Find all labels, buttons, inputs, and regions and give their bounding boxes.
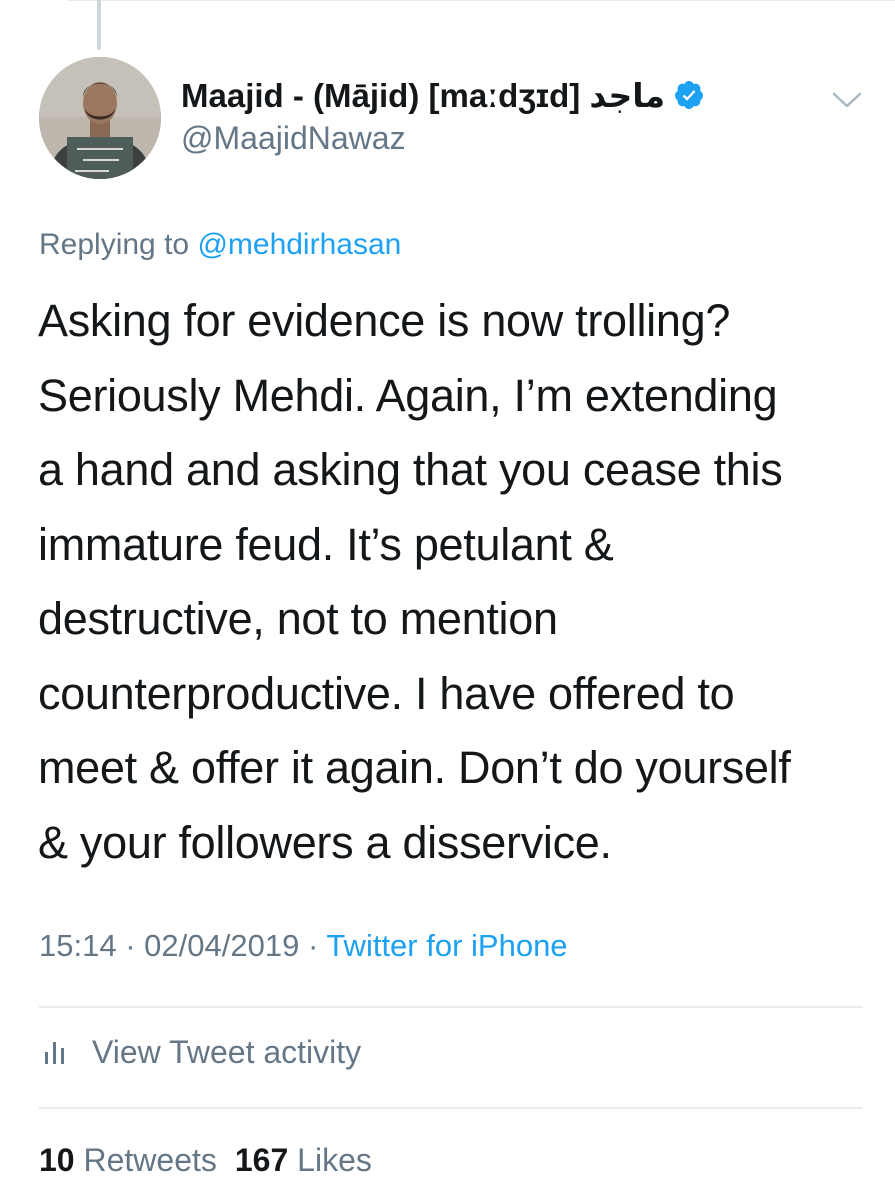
tweet-text-line: counterproductive. I have offered to [38,667,735,719]
top-divider [68,0,895,1]
replying-to-prefix: Replying to [39,228,190,261]
tweet-text-line: meet & offer it again. Don’t do yourself [38,742,791,793]
tweet-stats: 10 Retweets 167 Likes [39,1142,372,1179]
chevron-down-icon[interactable] [830,88,864,112]
avatar[interactable] [39,57,161,179]
retweets-count: 10 [39,1142,75,1178]
tweet-time[interactable]: 15:14 [39,928,117,963]
view-tweet-activity-label: View Tweet activity [92,1034,362,1070]
likes-label: Likes [297,1142,372,1178]
meta-separator: · [307,928,319,963]
divider [39,1006,863,1008]
tweet-text-line: & your followers a disservice. [38,816,612,868]
view-tweet-activity-button[interactable]: View Tweet activity [44,1034,361,1071]
avatar-photo [39,57,161,179]
retweets-link[interactable]: 10 Retweets [39,1142,217,1178]
thread-connector-line [97,0,101,50]
author-display-name[interactable]: Maajid - (Mājid) [maːdʒɪd] ماجد [181,77,665,114]
tweet-text-line: Seriously Mehdi. Again, I’m extending [38,369,778,421]
tweet-text-line: Asking for evidence is now trolling? [38,295,731,346]
likes-link[interactable]: 167 Likes [235,1142,372,1178]
tweet-date[interactable]: 02/04/2019 [144,928,299,963]
divider [39,1107,863,1109]
verified-badge-icon [675,81,704,109]
author-name[interactable]: Maajid - (Mājid) [maːdʒɪd] ماجد [181,76,705,115]
tweet-meta: 15:14 · 02/04/2019 · Twitter for iPhone [39,928,568,964]
likes-count: 167 [234,1142,289,1178]
tweet-text-line: destructive, not to mention [38,593,558,644]
bar-chart-icon [45,1041,64,1064]
replying-to: Replying to @mehdirhasan [39,228,401,262]
author-handle[interactable]: @MaajidNawaz [181,120,406,157]
tweet-text: Asking for evidence is now trolling? Ser… [38,284,853,880]
meta-separator: · [125,928,136,963]
retweets-label: Retweets [83,1142,217,1178]
reply-mention-link[interactable]: @mehdirhasan [197,228,401,261]
tweet-text-line: immature feud. It’s petulant & [38,518,614,570]
tweet-source-link[interactable]: Twitter for iPhone [326,928,567,963]
tweet-text-line: a hand and asking that you cease this [38,444,783,495]
